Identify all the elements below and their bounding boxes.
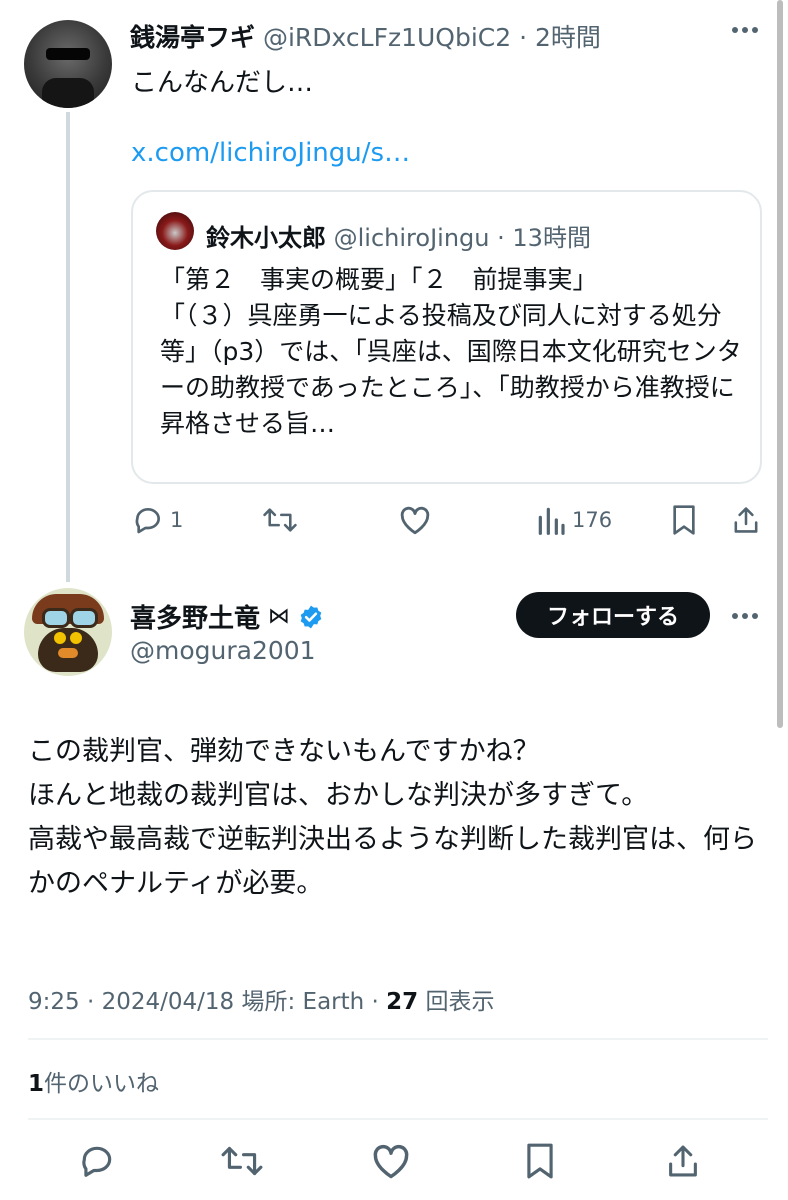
separator: · — [86, 989, 95, 1015]
thread-connector-line — [66, 112, 70, 582]
tweet-date[interactable]: 2024/04/18 — [102, 989, 235, 1015]
tweet-text: こんなんだし… — [131, 68, 314, 98]
quoted-timestamp: 13時間 — [512, 224, 591, 252]
tweet-time[interactable]: 9:25 — [28, 989, 80, 1015]
bookmark-icon — [524, 1142, 556, 1180]
avatar[interactable] — [24, 588, 112, 676]
like-icon — [370, 1142, 412, 1180]
reply-icon — [132, 504, 164, 536]
retweet-button[interactable] — [220, 1142, 264, 1180]
name-symbol: ⋈ — [268, 604, 291, 629]
divider — [28, 1038, 768, 1040]
quoted-display-name: 鈴木小太郎 — [206, 224, 326, 252]
follow-button[interactable]: フォローする — [516, 592, 710, 638]
tweet-link[interactable]: x.com/lichiroJingu/s… — [131, 138, 410, 168]
user-handle[interactable]: @iRDxcLFz1UQbiC2 — [263, 23, 511, 52]
like-button[interactable] — [370, 1142, 412, 1180]
more-dots-icon[interactable] — [730, 24, 760, 36]
retweet-icon — [262, 504, 298, 536]
share-button[interactable] — [732, 504, 760, 536]
user-handle[interactable]: @mogura2001 — [130, 636, 316, 665]
quoted-avatar — [156, 212, 194, 250]
retweet-button[interactable] — [262, 504, 298, 536]
share-button[interactable] — [666, 1142, 700, 1180]
quoted-tweet-text: 「第２ 事実の概要」「２ 前提事実」 「（３）呉座勇一による投稿及び同人に対する… — [160, 265, 742, 438]
likes-number: 1 — [28, 1071, 45, 1097]
bookmark-button[interactable] — [670, 504, 698, 536]
quoted-header: 鈴木小太郎 @lichiroJingu · 13時間 — [206, 218, 591, 253]
like-icon — [398, 504, 432, 536]
separator: · — [519, 23, 528, 52]
retweet-icon — [220, 1142, 264, 1180]
tweet-text: この裁判官、弾劾できないもんですかね？ ほんと地裁の裁判官は、おかしな判決が多す… — [28, 736, 757, 899]
share-icon — [732, 504, 760, 536]
reply-button[interactable] — [78, 1142, 116, 1180]
separator: · — [371, 989, 379, 1015]
views-number: 27 — [386, 989, 419, 1015]
display-name[interactable]: 銭湯亭フギ — [130, 23, 255, 52]
share-icon — [666, 1142, 700, 1180]
bookmark-icon — [670, 504, 698, 536]
divider — [28, 1118, 768, 1120]
tweet-meta: 9:25 · 2024/04/18 場所: Earth · 27 回表示 — [28, 982, 495, 1016]
like-button[interactable] — [398, 504, 432, 536]
verified-badge-icon — [298, 604, 324, 630]
likes-label: 件のいいね — [44, 1071, 160, 1097]
views-count: 176 — [572, 508, 613, 532]
timestamp[interactable]: 2時間 — [535, 23, 601, 52]
views-icon — [536, 504, 566, 536]
reply-count: 1 — [170, 508, 184, 532]
separator: · — [497, 224, 505, 252]
bookmark-button[interactable] — [524, 1142, 556, 1180]
tweet-header: 銭湯亭フギ @iRDxcLFz1UQbiC2 · 2時間 — [130, 18, 601, 54]
more-dots-icon[interactable] — [730, 610, 760, 622]
views-button[interactable]: 176 — [536, 504, 612, 536]
display-name-row: 喜多野土竜 ⋈ — [130, 598, 324, 635]
views-label: 回表示 — [425, 989, 495, 1015]
display-name[interactable]: 喜多野土竜 — [130, 598, 260, 635]
reply-icon — [78, 1142, 116, 1180]
tweet-location: 場所: Earth — [241, 989, 365, 1015]
scrollbar[interactable] — [777, 0, 783, 728]
reply-button[interactable]: 1 — [132, 504, 183, 536]
quoted-handle: @lichiroJingu — [333, 224, 490, 252]
likes-summary[interactable]: 1件のいいね — [28, 1064, 159, 1098]
avatar[interactable] — [24, 20, 112, 108]
